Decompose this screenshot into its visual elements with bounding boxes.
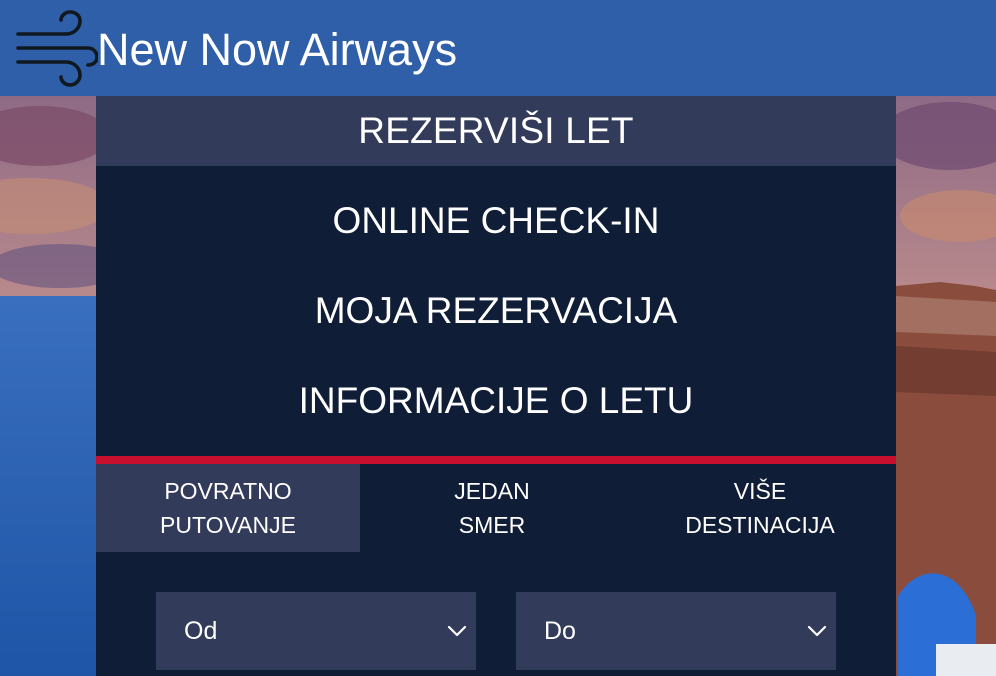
from-select-value: Od (184, 617, 218, 645)
tab-round-trip-line2: PUTOVANJE (160, 512, 296, 538)
nav-online-check-in[interactable]: ONLINE CHECK-IN (96, 176, 896, 266)
tab-one-way-line1: JEDAN (454, 478, 530, 504)
nav-book-flight-tab[interactable]: REZERVIŠI LET (96, 96, 896, 166)
tab-multi-city-line1: VIŠE (733, 478, 787, 504)
from-select[interactable]: Od (156, 592, 476, 670)
tab-round-trip[interactable]: POVRATNO PUTOVANJE (96, 464, 360, 552)
brand-name[interactable]: New Now Airways (97, 22, 457, 78)
tab-multi-city[interactable]: VIŠE DESTINACIJA (624, 464, 896, 552)
to-select-value: Do (544, 617, 576, 645)
chevron-down-icon (446, 620, 468, 642)
booking-panel: REZERVIŠI LET ONLINE CHECK-IN MOJA REZER… (96, 96, 896, 676)
to-select[interactable]: Do (516, 592, 836, 670)
tab-multi-city-line2: DESTINACIJA (685, 512, 835, 538)
accent-divider (96, 456, 896, 464)
nav-my-reservation[interactable]: MOJA REZERVACIJA (96, 266, 896, 356)
tab-one-way-line2: SMER (458, 512, 526, 538)
site-header: New Now Airways (0, 0, 996, 96)
nav-flight-information[interactable]: INFORMACIJE O LETU (96, 356, 896, 446)
wind-icon[interactable] (14, 10, 99, 88)
tab-round-trip-line1: POVRATNO (164, 478, 292, 504)
chevron-down-icon (806, 620, 828, 642)
tab-one-way[interactable]: JEDAN SMER (360, 464, 624, 552)
